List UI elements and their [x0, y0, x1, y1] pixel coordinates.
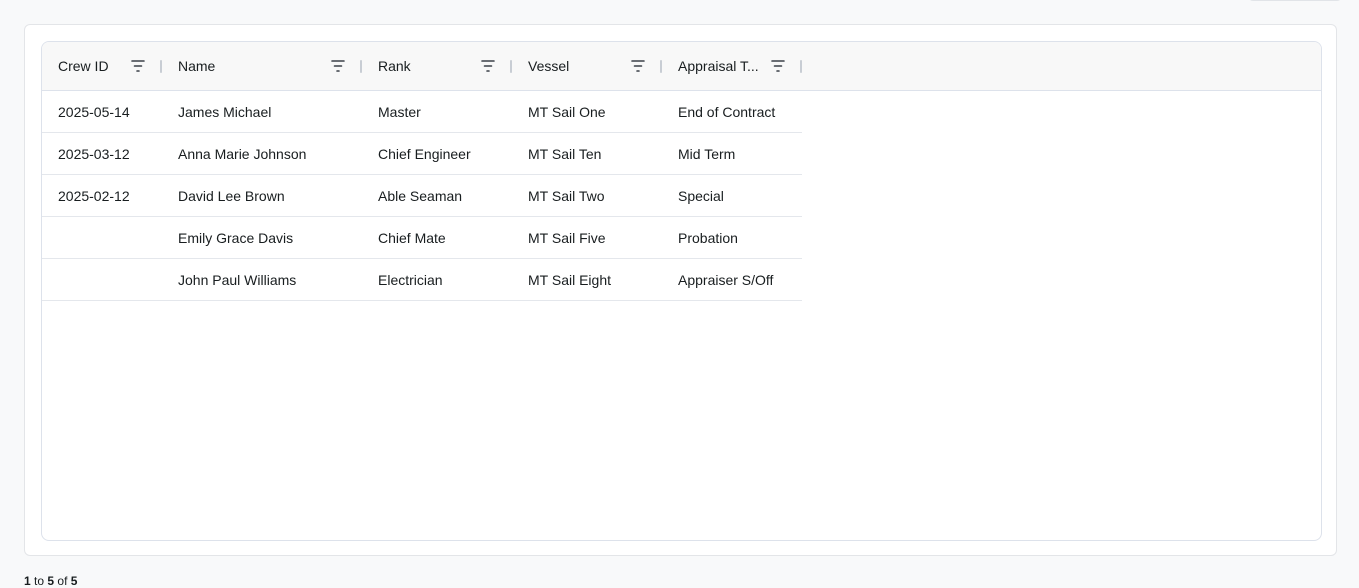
pagination-summary: 1 to 5 of 5 — [24, 574, 77, 588]
cell-rank: Chief Engineer — [378, 145, 471, 162]
cell-appraisal-type: Special — [678, 187, 724, 204]
table-row[interactable]: 2025-05-14 James Michael Master MT Sail … — [42, 91, 802, 133]
filter-icon[interactable] — [330, 59, 346, 73]
cell-vessel: MT Sail Two — [528, 187, 605, 204]
cell-name: Emily Grace Davis — [178, 229, 294, 246]
column-header-label: Appraisal T... — [678, 58, 759, 74]
table-row[interactable]: Emily Grace Davis Chief Mate MT Sail Fiv… — [42, 217, 802, 259]
cell-rank: Master — [378, 103, 421, 120]
cell-vessel: MT Sail Eight — [528, 271, 611, 288]
cell-appraisal-type: Appraiser S/Off — [678, 271, 774, 288]
cell-rank: Electrician — [378, 271, 443, 288]
top-tab-edge — [1248, 0, 1342, 1]
cell-vessel: MT Sail One — [528, 103, 606, 120]
cell-rank: Able Seaman — [378, 187, 463, 204]
grid-card: Crew ID Name Rank Vessel Appraisal T... … — [24, 24, 1337, 556]
cell-name: Anna Marie Johnson — [178, 145, 307, 162]
cell-crew-id — [42, 217, 162, 258]
filter-icon[interactable] — [130, 59, 146, 73]
cell-appraisal-type: Probation — [678, 229, 738, 246]
cell-crew-id — [42, 259, 162, 300]
cell-name: John Paul Williams — [178, 271, 297, 288]
cell-crew-id: 2025-05-14 — [58, 103, 130, 120]
page-range-to-word: to — [34, 574, 45, 588]
column-header-label: Crew ID — [58, 58, 109, 74]
page-range-start: 1 — [24, 574, 31, 588]
cell-vessel: MT Sail Ten — [528, 145, 602, 162]
column-header-label: Name — [178, 58, 216, 74]
table-row[interactable]: John Paul Williams Electrician MT Sail E… — [42, 259, 802, 301]
column-header-label: Vessel — [528, 58, 570, 74]
cell-crew-id: 2025-03-12 — [58, 145, 130, 162]
filter-icon[interactable] — [770, 59, 786, 73]
cell-appraisal-type: End of Contract — [678, 103, 776, 120]
cell-rank: Chief Mate — [378, 229, 446, 246]
column-header-appraisal-type[interactable]: Appraisal T... — [662, 42, 772, 90]
page-range-total: 5 — [70, 574, 78, 588]
crew-appraisal-grid: Crew ID Name Rank Vessel Appraisal T... … — [41, 41, 1322, 541]
cell-name: James Michael — [178, 103, 272, 120]
table-row[interactable]: 2025-02-12 David Lee Brown Able Seaman M… — [42, 175, 802, 217]
cell-vessel: MT Sail Five — [528, 229, 606, 246]
page-range-of-word: of — [57, 574, 68, 588]
grid-header: Crew ID Name Rank Vessel Appraisal T... — [42, 42, 1321, 91]
filter-icon[interactable] — [480, 59, 496, 73]
column-resize-handle[interactable] — [800, 60, 802, 73]
filter-icon[interactable] — [630, 59, 646, 73]
cell-crew-id: 2025-02-12 — [58, 187, 130, 204]
table-row[interactable]: 2025-03-12 Anna Marie Johnson Chief Engi… — [42, 133, 802, 175]
cell-name: David Lee Brown — [178, 187, 285, 204]
page-range-end: 5 — [47, 574, 55, 588]
cell-appraisal-type: Mid Term — [678, 145, 736, 162]
column-header-label: Rank — [378, 58, 411, 74]
